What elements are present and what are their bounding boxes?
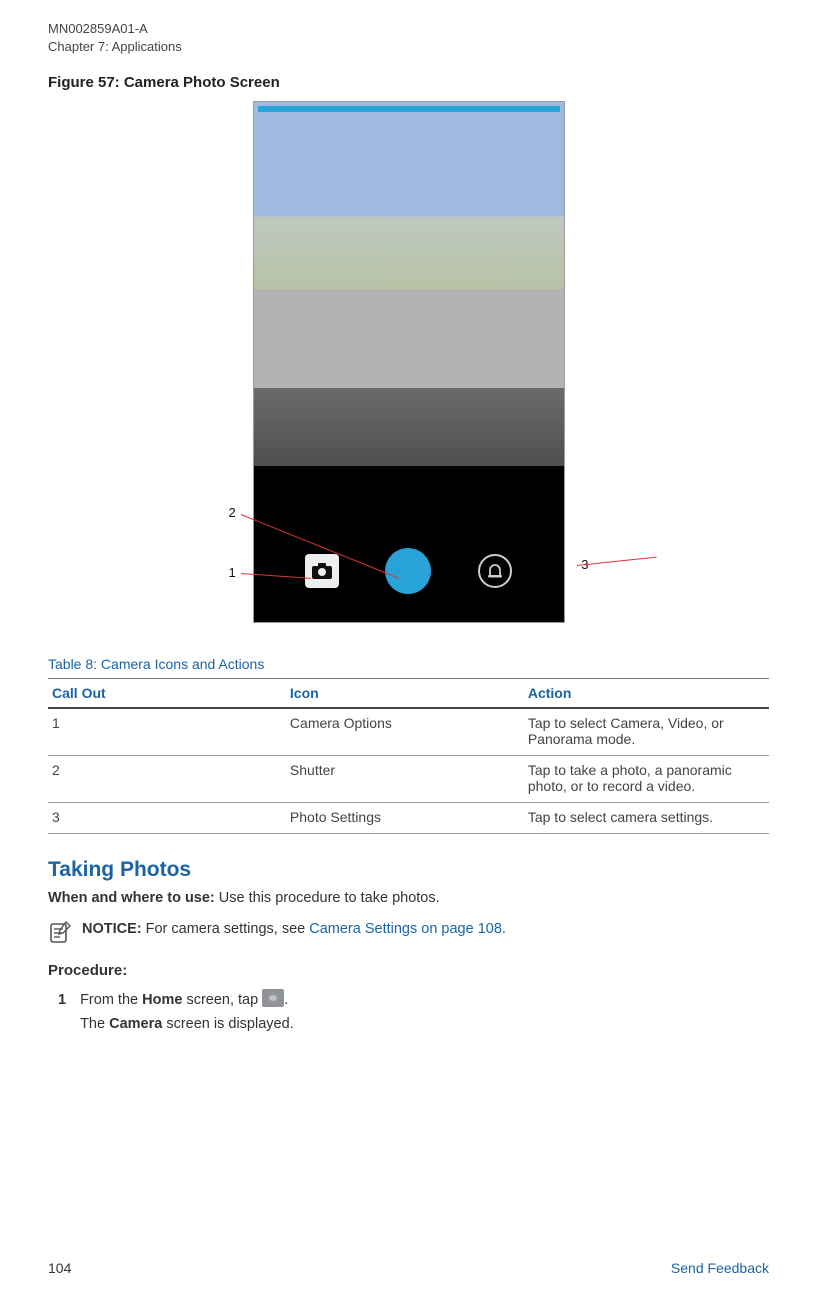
col-callout: Call Out (48, 679, 286, 709)
page-footer: 104 Send Feedback (48, 1260, 769, 1276)
camera-options-icon (305, 554, 339, 588)
procedure-label: Procedure: (48, 962, 769, 979)
when-where: When and where to use: Use this procedur… (48, 888, 769, 909)
step-body: From the Home screen, tap . The Camera s… (80, 989, 294, 1035)
shutter-icon (385, 548, 431, 594)
step-number: 1 (58, 989, 66, 1035)
step1-line2-b: screen is displayed. (162, 1016, 293, 1032)
callout-1: 1 (229, 565, 236, 580)
procedure-step: 1 From the Home screen, tap . The Camera… (58, 989, 769, 1035)
callout-2: 2 (229, 505, 236, 520)
table-row: 3 Photo Settings Tap to select camera se… (48, 803, 769, 834)
cell-callout: 2 (48, 756, 286, 803)
col-icon: Icon (286, 679, 524, 709)
notice-before: For camera settings, see (142, 921, 310, 937)
cell-callout: 1 (48, 708, 286, 756)
doc-id: MN002859A01-A (48, 20, 769, 38)
notice-after: . (502, 921, 506, 937)
figure-caption: Figure 57: Camera Photo Screen (48, 74, 769, 91)
cell-action: Tap to take a photo, a panoramic photo, … (524, 756, 769, 803)
send-feedback-link[interactable]: Send Feedback (671, 1260, 769, 1276)
notice-icon (48, 920, 72, 944)
step1-line2-a: The (80, 1016, 109, 1032)
table-title: Table 8: Camera Icons and Actions (48, 656, 769, 672)
page-number: 104 (48, 1260, 71, 1276)
camera-screenshot-placeholder (253, 101, 565, 623)
cell-action: Tap to select camera settings. (524, 803, 769, 834)
photo-settings-icon (478, 554, 512, 588)
cell-action: Tap to select Camera, Video, or Panorama… (524, 708, 769, 756)
notice-label: NOTICE: (82, 921, 142, 937)
cell-callout: 3 (48, 803, 286, 834)
figure-wrap: 1 2 3 (48, 101, 769, 628)
when-label: When and where to use: (48, 890, 215, 906)
step1-text-a: From the (80, 992, 142, 1008)
camera-icons-table: Call Out Icon Action 1 Camera Options Ta… (48, 678, 769, 834)
when-text: Use this procedure to take photos. (215, 890, 440, 906)
table-row: 1 Camera Options Tap to select Camera, V… (48, 708, 769, 756)
document-header: MN002859A01-A Chapter 7: Applications (48, 20, 769, 56)
step1-camera: Camera (109, 1016, 162, 1032)
step1-text-b: screen, tap (182, 992, 262, 1008)
section-title: Taking Photos (48, 858, 769, 882)
notice-link[interactable]: Camera Settings on page 108 (309, 921, 502, 937)
step1-text-c: . (284, 992, 288, 1008)
camera-app-icon (262, 989, 284, 1007)
table-row: 2 Shutter Tap to take a photo, a panoram… (48, 756, 769, 803)
col-action: Action (524, 679, 769, 709)
cell-icon: Camera Options (286, 708, 524, 756)
cell-icon: Shutter (286, 756, 524, 803)
notice-text: NOTICE: For camera settings, see Camera … (82, 919, 506, 940)
chapter-label: Chapter 7: Applications (48, 38, 769, 56)
notice: NOTICE: For camera settings, see Camera … (48, 919, 769, 944)
cell-icon: Photo Settings (286, 803, 524, 834)
step1-home: Home (142, 992, 182, 1008)
